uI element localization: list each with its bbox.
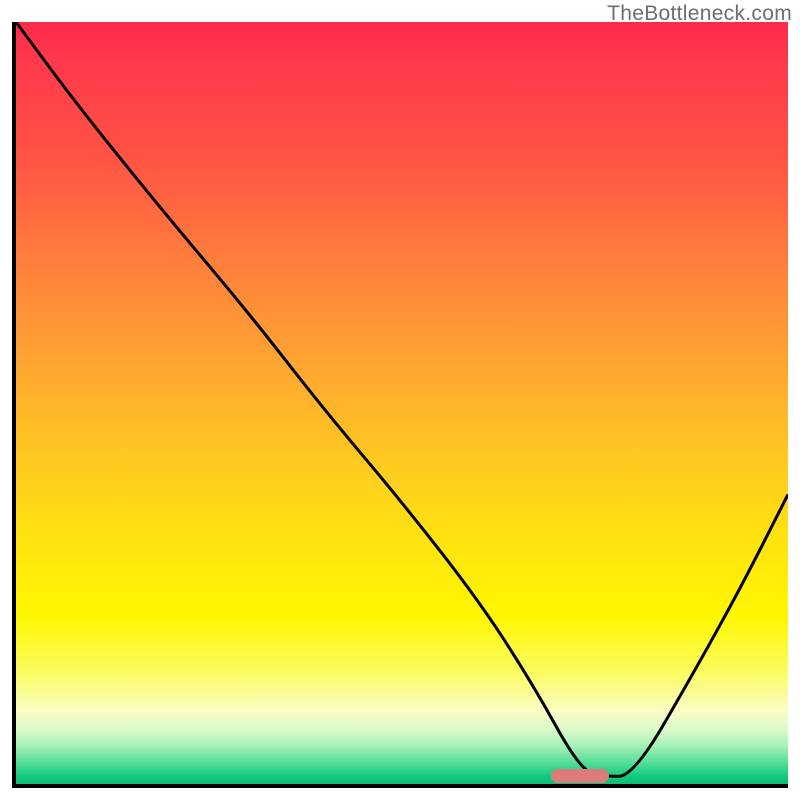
watermark-text: TheBottleneck.com bbox=[607, 2, 792, 26]
plot-area bbox=[12, 22, 788, 788]
background-gradient bbox=[16, 22, 788, 784]
optimal-marker bbox=[551, 769, 609, 783]
chart-container: TheBottleneck.com bbox=[0, 0, 800, 800]
